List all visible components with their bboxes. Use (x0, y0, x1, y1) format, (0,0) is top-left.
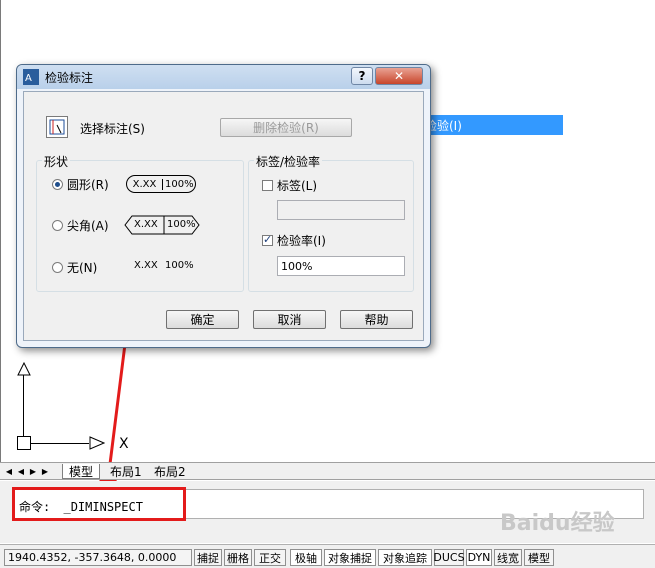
status-grid[interactable]: 栅格 (224, 549, 252, 566)
tab-model[interactable]: 模型 (62, 464, 101, 479)
next-tab-icon[interactable]: ▶ (28, 465, 38, 477)
status-ducs[interactable]: DUCS (433, 549, 465, 566)
tab-layout1[interactable]: 布局1 (104, 464, 148, 479)
select-dimension-button[interactable] (46, 116, 68, 138)
none-preview-rate: 100% (165, 260, 194, 271)
app-icon: A (23, 69, 39, 85)
status-osnap[interactable]: 对象捕捉 (324, 549, 376, 566)
label-input[interactable] (277, 200, 405, 220)
prev-tab-icon[interactable]: ◀ (16, 465, 26, 477)
coordinate-readout: 1940.4352, -357.3648, 0.0000 (4, 549, 192, 566)
cancel-button[interactable]: 取消 (253, 310, 326, 329)
status-bar: 1940.4352, -357.3648, 0.0000 捕捉 栅格 正交 极轴… (0, 544, 655, 568)
status-model[interactable]: 模型 (524, 549, 554, 566)
status-lineweight[interactable]: 线宽 (494, 549, 522, 566)
status-ortho[interactable]: 正交 (254, 549, 286, 566)
ok-button[interactable]: 确定 (166, 310, 239, 329)
select-dimension-label: 选择标注(S) (80, 122, 145, 136)
dialog-titlebar[interactable]: A 检验标注 ? ✕ (17, 65, 430, 89)
status-otrack[interactable]: 对象追踪 (378, 549, 432, 566)
radio-angular-label: 尖角(A) (67, 219, 109, 233)
inspect-dimension-dialog: A 检验标注 ? ✕ 选择标注(S) 删除检验(R) 形状 圆形(R) X.XX… (16, 64, 431, 348)
watermark: Baidu经验 (500, 511, 615, 536)
radio-round-label: 圆形(R) (67, 178, 109, 192)
remove-inspection-button[interactable]: 删除检验(R) (220, 118, 352, 137)
layout-tab-bar: ◀ ◀ ▶ ▶ 模型 布局1 布局2 (0, 462, 655, 480)
rate-checkbox[interactable] (262, 233, 273, 246)
radio-none[interactable] (52, 262, 63, 273)
status-polar[interactable]: 极轴 (290, 549, 322, 566)
label-checkbox[interactable] (262, 180, 273, 191)
annotation-highlight-box (12, 487, 186, 521)
radio-round[interactable] (52, 179, 63, 190)
angular-preview-text: X.XX (134, 219, 158, 230)
help-button[interactable]: 帮助 (340, 310, 413, 329)
last-tab-icon[interactable]: ▶ (40, 465, 50, 477)
radio-angular[interactable] (52, 220, 63, 231)
dialog-body: 选择标注(S) 删除检验(R) 形状 圆形(R) X.XX 100% 尖角(A)… (23, 91, 424, 341)
rate-input[interactable]: 100% (277, 256, 405, 276)
svg-text:A: A (25, 73, 32, 84)
status-snap[interactable]: 捕捉 (194, 549, 222, 566)
first-tab-icon[interactable]: ◀ (4, 465, 14, 477)
angular-preview-rate: 100% (167, 219, 196, 230)
round-preview: X.XX 100% (126, 175, 196, 193)
label-checkbox-label: 标签(L) (277, 179, 318, 193)
rate-checkbox-label: 检验率(I) (277, 234, 326, 248)
dialog-title: 检验标注 (45, 70, 94, 85)
label-rate-group-label: 标签/检验率 (254, 153, 323, 170)
help-icon-button[interactable]: ? (351, 67, 373, 85)
radio-none-label: 无(N) (67, 261, 98, 275)
status-dyn[interactable]: DYN (466, 549, 492, 566)
none-preview-text: X.XX (134, 260, 158, 271)
close-button[interactable]: ✕ (375, 67, 423, 85)
select-dimension-icon (49, 119, 65, 135)
tab-layout2[interactable]: 布局2 (148, 464, 192, 479)
shape-group-label: 形状 (42, 153, 71, 170)
